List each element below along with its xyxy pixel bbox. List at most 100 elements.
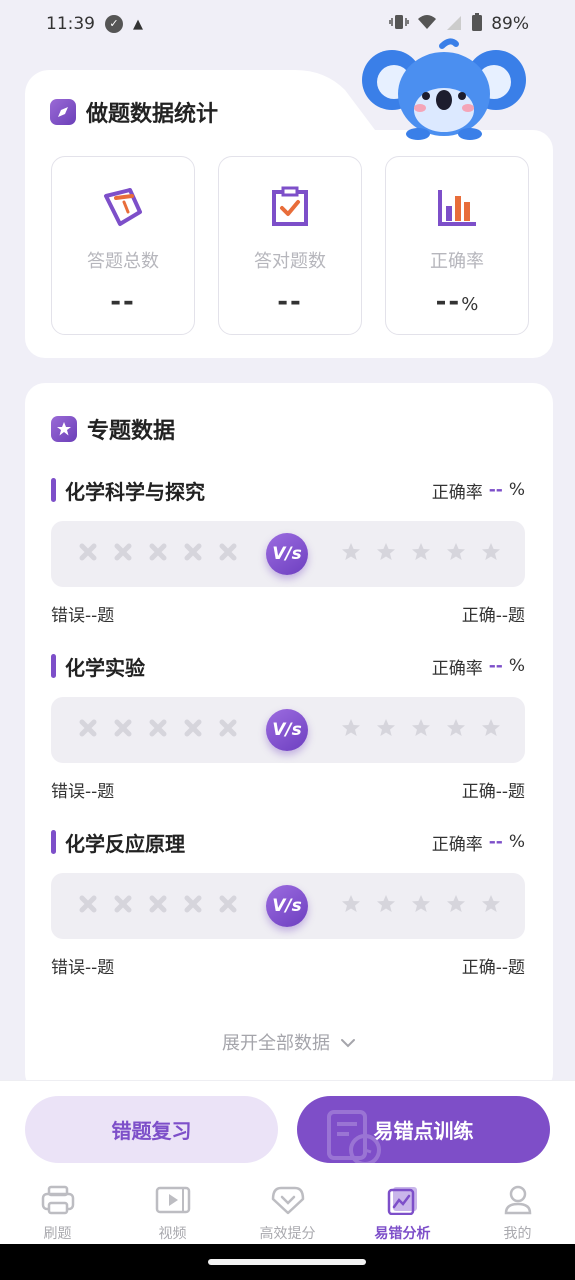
answer-total-icon [99, 183, 147, 231]
practice-icon [41, 1185, 75, 1219]
status-time: 11:39 [46, 14, 95, 34]
star-icon [376, 718, 396, 742]
tab-analysis[interactable]: 易错分析 [345, 1174, 460, 1244]
tab-label: 刷题 [43, 1226, 72, 1242]
cross-icon [149, 543, 167, 565]
wrong-review-button[interactable]: 错题复习 [25, 1096, 278, 1163]
star-icon [341, 718, 361, 742]
star-icon [481, 542, 501, 566]
star-icon [341, 894, 361, 918]
boost-icon [271, 1185, 305, 1219]
battery-icon [471, 12, 483, 36]
topic-item[interactable]: 化学反应原理 正确率 --% V/s 错误--题 正确--题 [51, 827, 525, 978]
stats-title-icon [50, 99, 76, 125]
topic-name: 化学科学与探究 [65, 479, 205, 504]
cross-icon [219, 895, 237, 917]
topic-rate: 正确率 --% [431, 832, 525, 855]
chevron-down-icon [340, 1032, 356, 1053]
signal-icon [445, 14, 463, 35]
cross-icon [184, 719, 202, 741]
right-count: 正确--题 [461, 958, 525, 978]
check-circle-icon: ✓ [105, 15, 123, 33]
error-training-label: 易错点训练 [373, 1119, 474, 1143]
wrong-count: 错误--题 [51, 606, 115, 626]
right-count: 正确--题 [461, 782, 525, 802]
stat-label: 答对题数 [254, 251, 326, 272]
profile-icon [503, 1185, 533, 1219]
tab-label: 我的 [503, 1226, 532, 1242]
cross-icon [219, 719, 237, 741]
star-icon [481, 894, 501, 918]
koala-mascot [362, 38, 528, 140]
error-training-button[interactable]: 易错点训练 [297, 1096, 550, 1163]
analysis-icon [387, 1185, 419, 1219]
expand-label: 展开全部数据 [222, 1033, 330, 1054]
topic-rate: 正确率 --% [431, 480, 525, 503]
battery-level: 89% [491, 14, 529, 34]
star-icon [411, 718, 431, 742]
cross-icon [184, 543, 202, 565]
wrong-count: 错误--题 [51, 782, 115, 802]
cross-icon [149, 895, 167, 917]
vs-badge: V/s [266, 885, 308, 927]
cross-icon [149, 719, 167, 741]
tab-label: 视频 [158, 1226, 187, 1242]
right-count: 正确--题 [461, 606, 525, 626]
bottom-tab-bar: 刷题 视频 高效提分 易错分析 我的 [0, 1174, 575, 1244]
topic-rate: 正确率 --% [431, 656, 525, 679]
bar-chart-icon [433, 183, 481, 231]
cross-icon [114, 895, 132, 917]
star-icon [446, 542, 466, 566]
system-nav-bar [0, 1244, 575, 1280]
progress-track: V/s [51, 873, 525, 939]
stat-value: -- [110, 287, 136, 317]
star-icon [411, 542, 431, 566]
stat-rate: 正确率 --% [385, 156, 529, 335]
cross-icon [79, 719, 97, 741]
cross-icon [79, 895, 97, 917]
star-icon [341, 542, 361, 566]
cross-icon [79, 543, 97, 565]
topic-name: 化学反应原理 [65, 831, 185, 856]
cross-icon [219, 543, 237, 565]
vibrate-icon [389, 14, 409, 35]
topic-name: 化学实验 [65, 655, 145, 680]
star-icon [481, 718, 501, 742]
topic-title: 专题数据 [87, 419, 176, 444]
tab-label: 易错分析 [374, 1226, 431, 1242]
tab-label: 高效提分 [259, 1226, 316, 1242]
stat-label: 正确率 [430, 251, 484, 272]
vs-badge: V/s [266, 709, 308, 751]
action-bar: 错题复习 易错点训练 [0, 1080, 575, 1174]
stats-title: 做题数据统计 [86, 102, 219, 127]
star-icon [376, 894, 396, 918]
topic-item[interactable]: 化学实验 正确率 --% V/s 错误--题 正确--题 [51, 651, 525, 802]
stat-correct: 答对题数 -- [218, 156, 362, 335]
stat-value: --% [435, 287, 479, 317]
topic-item[interactable]: 化学科学与探究 正确率 --% V/s 错误--题 正确--题 [51, 475, 525, 626]
progress-track: V/s [51, 697, 525, 763]
answer-correct-icon [266, 183, 314, 231]
star-icon [446, 718, 466, 742]
expand-all-button[interactable]: 展开全部数据 [25, 1029, 553, 1055]
vs-badge: V/s [266, 533, 308, 575]
tab-practice[interactable]: 刷题 [0, 1174, 115, 1244]
tab-video[interactable]: 视频 [115, 1174, 230, 1244]
progress-track: V/s [51, 521, 525, 587]
tab-boost[interactable]: 高效提分 [230, 1174, 345, 1244]
star-icon [446, 894, 466, 918]
warning-icon: ▲ [133, 16, 143, 32]
cross-icon [114, 719, 132, 741]
stat-value: -- [277, 287, 303, 317]
home-handle[interactable] [208, 1259, 366, 1265]
topic-title-icon [51, 416, 77, 442]
wifi-icon [417, 14, 437, 35]
star-icon [376, 542, 396, 566]
tab-profile[interactable]: 我的 [460, 1174, 575, 1244]
stat-total: 答题总数 -- [51, 156, 195, 335]
cross-icon [184, 895, 202, 917]
stat-label: 答题总数 [87, 251, 159, 272]
cross-icon [114, 543, 132, 565]
star-icon [411, 894, 431, 918]
video-icon [155, 1185, 191, 1219]
